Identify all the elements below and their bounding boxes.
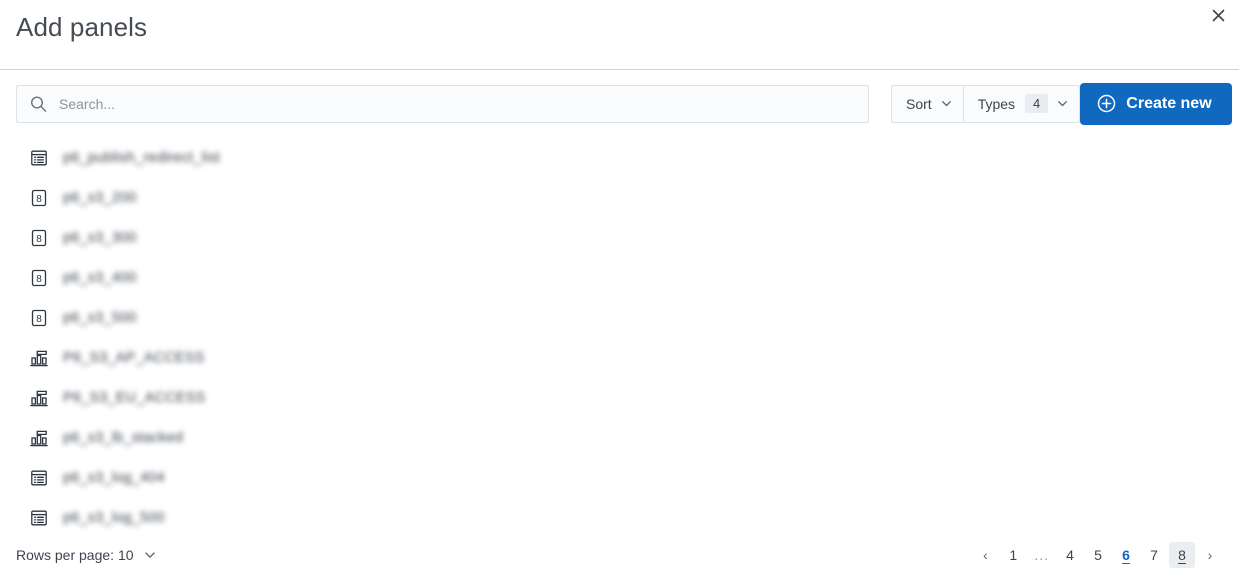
svg-text:8: 8 [36,314,42,325]
panel-list-item[interactable]: 8 p6_s3_200 [0,178,1239,218]
previous-page-button[interactable]: ‹ [972,542,998,568]
panel-list-item-label: p6_s3_log_500 [63,510,165,526]
panel-list-item-label: p6_s3_500 [63,310,137,326]
modal-header: Add panels [0,0,1239,70]
svg-text:8: 8 [36,274,42,285]
page-5[interactable]: 5 [1085,542,1111,568]
page-8[interactable]: 8 [1169,542,1195,568]
sort-dropdown[interactable]: Sort [891,84,964,123]
bar-chart-icon [29,388,49,408]
panel-list-item[interactable]: 8 p6_s3_400 [0,258,1239,298]
panel-list-item[interactable]: p6_s3_lb_stacked [0,418,1239,458]
table-icon [29,148,49,168]
sort-label: Sort [906,95,932,112]
panel-list-item[interactable]: P6_S3_EU_ACCESS [0,378,1239,418]
page-6[interactable]: 6 [1113,542,1139,568]
panel-list-item[interactable]: 8 p6_s3_300 [0,218,1239,258]
panel-list-item-label: P6_S3_EU_ACCESS [63,390,206,406]
close-icon [1212,9,1225,22]
panel-list-item-label: p6_s3_log_404 [63,470,165,486]
plus-circle-icon [1097,94,1116,113]
page-title: Add panels [16,12,148,42]
table-icon [29,468,49,488]
bar-chart-icon [29,428,49,448]
single-value-icon: 8 [29,268,49,288]
page-7[interactable]: 7 [1141,542,1167,568]
panel-list-item-label: p6_s3_lb_stacked [63,430,184,446]
panel-list-item-label: p6_s3_400 [63,270,137,286]
bar-chart-icon [29,348,49,368]
single-value-icon: 8 [29,308,49,328]
filter-controls: Sort Types 4 [891,84,1081,123]
page-ellipsis: ... [1034,547,1049,563]
chevron-down-icon [143,548,157,562]
close-button[interactable] [1205,2,1231,28]
search-input[interactable] [16,84,869,123]
panel-list-item[interactable]: p6_publish_redirect_list [0,138,1239,178]
create-new-button[interactable]: Create new [1080,82,1232,125]
panel-list-item[interactable]: 8 p6_s3_500 [0,298,1239,338]
panel-list-item[interactable]: p6_s3_log_500 [0,498,1239,533]
page-4[interactable]: 4 [1057,542,1083,568]
table-icon [29,508,49,528]
types-label: Types [977,95,1016,112]
svg-text:8: 8 [36,234,42,245]
panel-list-item[interactable]: p6_s3_log_404 [0,458,1239,498]
panel-list-item-label: P6_S3_AP_ACCESS [63,350,205,366]
types-count-badge: 4 [1025,94,1049,113]
footer: Rows per page: 10 ‹ 1... 4 5 6 7 8 › [0,533,1239,577]
chevron-down-icon [940,97,953,110]
single-value-icon: 8 [29,188,49,208]
panel-list-item-label: p6_s3_200 [63,190,137,206]
pagination[interactable]: ‹ 1... 4 5 6 7 8 › [972,542,1223,568]
chevron-down-icon [1056,97,1069,110]
types-dropdown[interactable]: Types 4 [963,84,1081,123]
panel-list[interactable]: p6_publish_redirect_list 8 p6_s3_200 8 p6_s3… [0,138,1239,533]
panel-list-item-label: p6_publish_redirect_list [63,150,221,166]
next-page-button[interactable]: › [1197,542,1223,568]
create-new-label: Create new [1126,94,1212,112]
toolbar: Sort Types 4 Create new [0,70,1239,137]
svg-text:8: 8 [36,194,42,205]
rows-per-page-label: Rows per page: 10 [16,547,134,563]
rows-per-page-dropdown[interactable]: Rows per page: 10 [16,547,157,563]
panel-list-item[interactable]: P6_S3_AP_ACCESS [0,338,1239,378]
search-field-wrapper [16,84,869,123]
panel-list-item-label: p6_s3_300 [63,230,137,246]
single-value-icon: 8 [29,228,49,248]
page-1[interactable]: 1 [1000,542,1026,568]
search-icon [30,95,47,112]
